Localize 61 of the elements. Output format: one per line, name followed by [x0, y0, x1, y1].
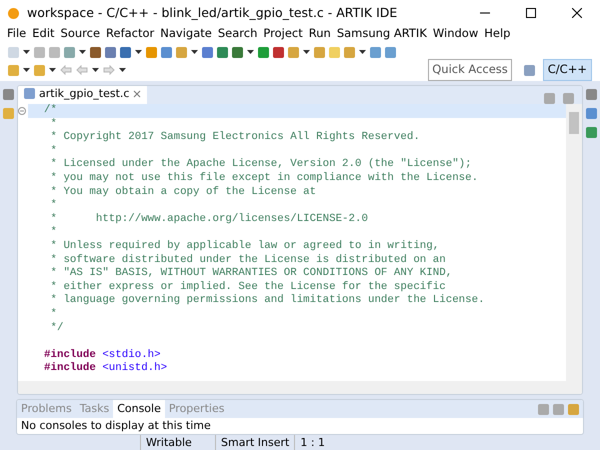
back-arrow-icon[interactable]	[60, 65, 72, 75]
caret-icon[interactable]	[191, 50, 198, 54]
code-line: * http://www.apache.org/licenses/LICENSE-2.0	[49, 212, 368, 225]
app-logo-icon	[8, 8, 19, 18]
fold-icon[interactable]	[18, 107, 26, 115]
code-line: * "AS IS" BASIS, WITHOUT WARRANTIES OR CONDITIONS OF ANY KIND,	[49, 267, 452, 280]
code-line: * software distributed under the License is distributed on an	[49, 254, 446, 266]
perspective-button[interactable]: C/C++	[542, 59, 592, 81]
caret-icon[interactable]	[79, 50, 86, 54]
menu-item[interactable]: Navigate	[157, 26, 215, 41]
caret-icon[interactable]	[49, 68, 56, 72]
preprocessor-keyword: #include	[44, 348, 96, 361]
open-perspective-icon[interactable]	[524, 64, 535, 76]
code-line: * language governing permissions and limitations under the License.	[49, 294, 485, 306]
back-arrow-icon[interactable]	[76, 65, 88, 75]
code-line: * Licensed under the Apache License, Version 2.0 (the "License");	[49, 158, 472, 170]
menu-item[interactable]: Window	[430, 26, 482, 41]
include-header: <unistd.h>	[102, 362, 168, 374]
menu-item[interactable]: Help	[481, 26, 514, 41]
vertical-scrollbar[interactable]	[566, 104, 582, 381]
status-field: Writable	[140, 435, 215, 450]
code-line: *	[49, 118, 57, 130]
code-line: * either express or implied. See the License for the specific	[49, 280, 446, 293]
status-field: 1 : 1	[294, 435, 354, 450]
console-message: No consoles to display at this time	[20, 418, 212, 434]
forward-arrow-icon[interactable]	[103, 65, 115, 75]
window-title: workspace - C/C++ - blink_led/artik_gpio_test.c - ARTIK IDE	[27, 4, 398, 22]
caret-icon[interactable]	[303, 50, 310, 54]
menu-item[interactable]: File	[4, 26, 30, 41]
code-line: * You may obtain a copy of the License at	[49, 186, 316, 198]
caret-icon[interactable]	[359, 50, 366, 54]
code-line: *	[49, 226, 57, 238]
caret-icon[interactable]	[247, 50, 254, 54]
menu-item[interactable]: Source	[58, 26, 104, 41]
horizontal-scrollbar[interactable]	[18, 381, 582, 394]
code-line: /*	[44, 104, 57, 116]
code-line: * you may not use this file except in compliance with the License.	[49, 172, 478, 184]
caret-icon[interactable]	[23, 50, 30, 54]
editor-tab[interactable]: artik_gpio_test.c	[18, 86, 148, 104]
include-header: <stdio.h>	[102, 348, 161, 361]
menu-item[interactable]: Search	[214, 26, 260, 41]
caret-icon[interactable]	[92, 68, 99, 72]
code-line: *	[49, 199, 57, 212]
menu-item[interactable]: Refactor	[103, 26, 158, 41]
close-icon[interactable]	[572, 8, 582, 18]
caret-icon[interactable]	[135, 50, 142, 54]
caret-icon[interactable]	[23, 68, 30, 72]
menu-item[interactable]: Project	[260, 26, 306, 41]
quick-access-field[interactable]: Quick Access	[428, 59, 512, 81]
menu-item[interactable]: Edit	[29, 26, 58, 41]
code-line: *	[49, 144, 57, 157]
code-line: */	[49, 322, 64, 334]
status-field: Smart Insert	[215, 435, 294, 450]
caret-icon[interactable]	[119, 68, 126, 72]
preprocessor-keyword: #include	[44, 362, 96, 374]
code-line: *	[49, 308, 57, 320]
menu-item[interactable]: Run	[306, 26, 334, 41]
code-line: * Copyright 2017 Samsung Electronics All Rights Reserved.	[49, 131, 420, 144]
code-line: * Unless required by applicable law or agreed to in writing,	[49, 240, 440, 252]
panel-tab[interactable]: Console	[113, 400, 165, 418]
menu-item[interactable]: Samsung ARTIK	[334, 26, 430, 41]
